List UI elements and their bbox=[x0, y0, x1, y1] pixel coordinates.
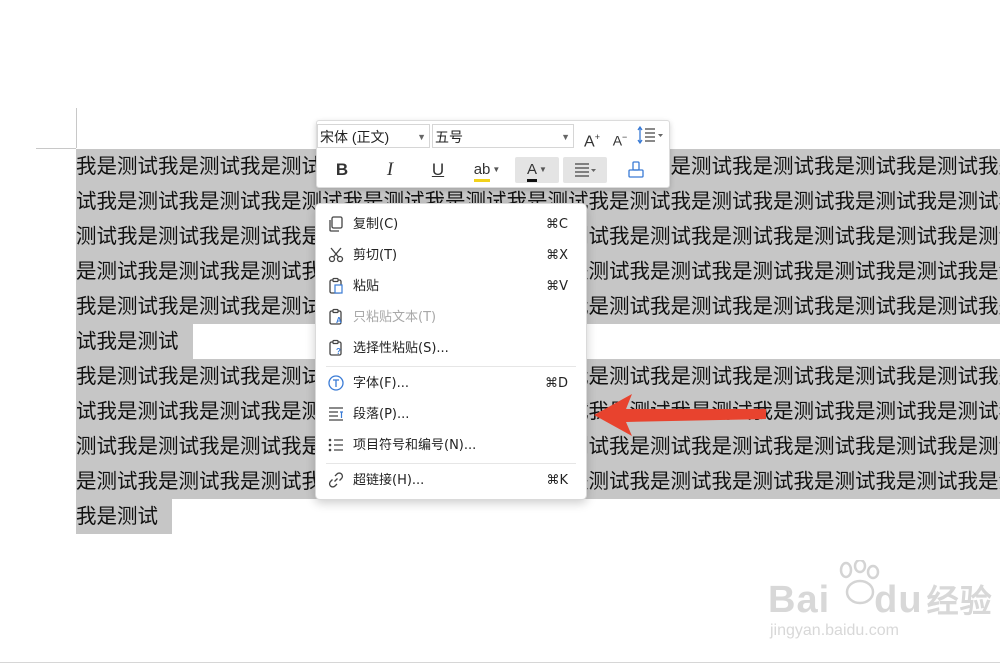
floating-format-toolbar: 宋体 (正文) ▼ 五号 ▼ A+ A− B I U ab ▼ A ▼ bbox=[316, 120, 670, 188]
bold-button[interactable]: B bbox=[331, 157, 353, 183]
menu-item-font[interactable]: 字体(F)... ⌘D bbox=[316, 368, 586, 400]
menu-separator bbox=[326, 366, 576, 367]
font-color-button[interactable]: A ▼ bbox=[515, 157, 559, 183]
line-spacing-button[interactable] bbox=[635, 125, 665, 149]
underline-button[interactable]: U bbox=[427, 157, 449, 183]
list-icon bbox=[326, 436, 346, 456]
menu-item-paste-text-only[interactable]: A 只粘贴文本(T) bbox=[316, 302, 586, 334]
annotation-arrow-icon bbox=[594, 394, 766, 436]
scissors-icon bbox=[326, 246, 346, 266]
svg-text:?: ? bbox=[336, 347, 341, 356]
text-line[interactable]: 我是测试 bbox=[76, 499, 1000, 534]
context-menu: 复制(C) ⌘C 剪切(T) ⌘X 粘贴 ⌘V A 只粘贴文本(T) ? 选择性… bbox=[315, 203, 587, 500]
line-spacing-icon bbox=[637, 125, 663, 145]
font-name-value: 宋体 (正文) bbox=[320, 129, 390, 145]
highlight-button[interactable]: ab ▼ bbox=[467, 157, 507, 183]
margin-marker-horizontal bbox=[36, 148, 76, 149]
font-size-select[interactable]: 五号 ▼ bbox=[432, 124, 574, 148]
align-icon bbox=[575, 163, 596, 177]
copy-icon bbox=[326, 215, 346, 235]
watermark-logo: Bai du 经验 bbox=[768, 579, 993, 621]
grow-font-button[interactable]: A+ bbox=[581, 125, 603, 151]
margin-marker-vertical bbox=[76, 108, 77, 148]
menu-item-cut[interactable]: 剪切(T) ⌘X bbox=[316, 240, 586, 272]
menu-separator bbox=[326, 463, 576, 464]
menu-item-copy[interactable]: 复制(C) ⌘C bbox=[316, 209, 586, 241]
svg-text:A: A bbox=[336, 316, 342, 325]
font-color-icon: A bbox=[527, 161, 538, 182]
font-icon bbox=[326, 374, 346, 394]
paste-text-icon: A bbox=[326, 308, 346, 328]
chevron-down-icon: ▼ bbox=[561, 132, 570, 142]
paste-special-icon: ? bbox=[326, 339, 346, 359]
menu-item-paste[interactable]: 粘贴 ⌘V bbox=[316, 271, 586, 303]
chevron-down-icon: ▼ bbox=[417, 132, 426, 142]
menu-item-paragraph[interactable]: 段落(P)... bbox=[316, 399, 586, 431]
italic-button[interactable]: I bbox=[379, 157, 401, 183]
highlight-icon: ab bbox=[473, 161, 491, 182]
chevron-down-icon: ▼ bbox=[492, 165, 501, 175]
menu-item-paste-special[interactable]: ? 选择性粘贴(S)... bbox=[316, 333, 586, 365]
baidu-jingyan-watermark: Bai du 经验 jingyan.baidu.com bbox=[760, 560, 1000, 650]
link-icon bbox=[326, 471, 346, 491]
grow-font-icon: A bbox=[584, 133, 595, 151]
format-painter-button[interactable] bbox=[623, 157, 649, 183]
paste-icon bbox=[326, 277, 346, 297]
shrink-font-icon: A bbox=[612, 132, 623, 149]
paragraph-icon bbox=[326, 405, 346, 425]
shrink-font-button[interactable]: A− bbox=[609, 125, 631, 149]
menu-item-hyperlink[interactable]: 超链接(H)... ⌘K bbox=[316, 465, 586, 497]
page-bottom-border bbox=[0, 662, 1000, 663]
chevron-down-icon: ▼ bbox=[539, 165, 547, 175]
watermark-url: jingyan.baidu.com bbox=[770, 622, 899, 639]
font-name-select[interactable]: 宋体 (正文) ▼ bbox=[317, 124, 430, 148]
format-painter-icon bbox=[628, 161, 644, 178]
align-button[interactable] bbox=[563, 157, 607, 183]
font-size-value: 五号 bbox=[435, 129, 463, 145]
menu-item-bullets-numbering[interactable]: 项目符号和编号(N)... bbox=[316, 430, 586, 462]
